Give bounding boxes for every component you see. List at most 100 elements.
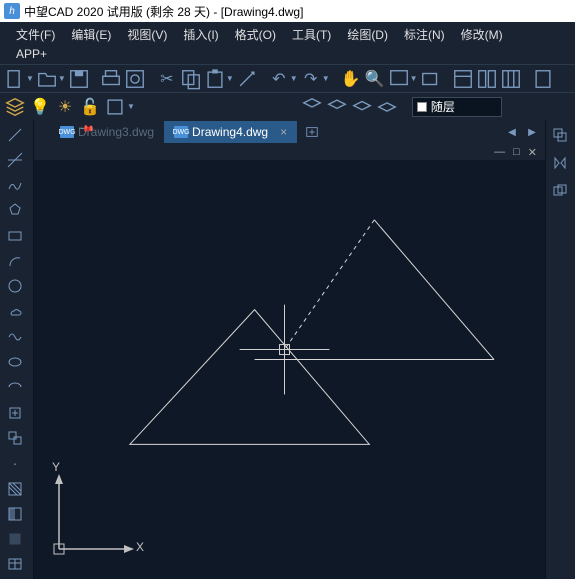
standard-toolbar: ▼ ▼ ✂ ▼ ↶ ▼ ↷ ▼ ✋ 🔍 ▼ <box>0 64 575 92</box>
ucs-y-label: Y <box>52 460 60 474</box>
dwg-icon: DWG <box>60 126 74 138</box>
maximize-button[interactable]: □ <box>513 146 520 158</box>
insert-block-tool[interactable] <box>2 402 28 423</box>
gradient-tool[interactable] <box>2 503 28 524</box>
window-title: 中望CAD 2020 试用版 (剩余 28 天) - [Drawing4.dwg… <box>24 3 303 20</box>
mirror-tool[interactable] <box>548 152 572 174</box>
close-button[interactable]: ✕ <box>528 146 537 158</box>
document-tabs: 📌 DWG Drawing3.dwg DWG Drawing4.dwg × ◀ … <box>34 120 545 144</box>
minimize-button[interactable]: — <box>494 146 505 158</box>
draw-toolbar: · <box>0 120 34 579</box>
layer-lock-icon[interactable]: 🔓 <box>79 96 101 118</box>
triangle-entity[interactable] <box>130 310 369 445</box>
ellipse-tool[interactable] <box>2 352 28 373</box>
menu-modify[interactable]: 修改(M) <box>453 24 511 42</box>
pan-button[interactable]: ✋ <box>340 68 362 90</box>
menu-edit[interactable]: 编辑(E) <box>63 24 119 42</box>
polyline-tool[interactable] <box>2 175 28 196</box>
tool-palettes-button[interactable] <box>500 68 522 90</box>
new-button[interactable] <box>4 68 26 90</box>
make-block-tool[interactable] <box>2 427 28 448</box>
print-button[interactable] <box>100 68 122 90</box>
dropdown-icon[interactable]: ▼ <box>226 74 234 83</box>
menu-bar: 文件(F) 编辑(E) 视图(V) 插入(I) 格式(O) 工具(T) 绘图(D… <box>0 22 575 64</box>
cut-button[interactable]: ✂ <box>156 68 178 90</box>
layer-manager-button[interactable] <box>4 96 26 118</box>
line-tool[interactable] <box>2 124 28 145</box>
dropdown-icon[interactable]: ▼ <box>290 74 298 83</box>
hatch-tool[interactable] <box>2 478 28 499</box>
menu-app[interactable]: APP+ <box>8 43 55 61</box>
ucs-icon: Y X <box>44 464 144 569</box>
properties-button[interactable] <box>452 68 474 90</box>
layer-freeze-button[interactable] <box>376 96 398 118</box>
dropdown-icon[interactable]: ▼ <box>26 74 34 83</box>
layer-prev-button[interactable] <box>326 96 348 118</box>
print-preview-button[interactable] <box>124 68 146 90</box>
layer-iso-button[interactable] <box>301 96 323 118</box>
revcloud-tool[interactable] <box>2 301 28 322</box>
menu-insert[interactable]: 插入(I) <box>175 24 226 42</box>
main-area: · 📌 DWG Drawing3.dwg DWG Drawing4.dwg × … <box>0 120 575 579</box>
zoom-previous-button[interactable] <box>420 68 442 90</box>
dwg-icon: DWG <box>174 126 188 138</box>
polygon-tool[interactable] <box>2 200 28 221</box>
new-tab-button[interactable] <box>301 121 323 143</box>
modify-toolbar <box>545 120 575 579</box>
dropdown-icon[interactable]: ▼ <box>322 74 330 83</box>
menu-draw[interactable]: 绘图(D) <box>339 24 396 42</box>
zoom-window-button[interactable] <box>388 68 410 90</box>
calc-button[interactable] <box>532 68 554 90</box>
layer-name: 随层 <box>431 98 455 115</box>
paste-button[interactable] <box>204 68 226 90</box>
tab-close-button[interactable]: × <box>280 125 287 139</box>
spline-tool[interactable] <box>2 326 28 347</box>
tab-scroll-right-button[interactable]: ▶ <box>523 123 541 141</box>
layer-toolbar: 💡 ☀ 🔓 ▼ 随层 <box>0 92 575 120</box>
zoom-realtime-button[interactable]: 🔍 <box>364 68 386 90</box>
layer-bulb-icon[interactable]: 💡 <box>29 96 51 118</box>
tab-label: Drawing4.dwg <box>192 125 268 139</box>
redo-button[interactable]: ↷ <box>300 68 322 90</box>
copy-button[interactable] <box>180 68 202 90</box>
dropdown-icon[interactable]: ▼ <box>410 74 418 83</box>
app-logo-icon: h <box>4 3 20 19</box>
ellipse-arc-tool[interactable] <box>2 377 28 398</box>
circle-tool[interactable] <box>2 276 28 297</box>
menu-tools[interactable]: 工具(T) <box>284 24 339 42</box>
design-center-button[interactable] <box>476 68 498 90</box>
table-tool[interactable] <box>2 554 28 575</box>
canvas-container: 📌 DWG Drawing3.dwg DWG Drawing4.dwg × ◀ … <box>34 120 545 579</box>
dropdown-icon[interactable]: ▼ <box>58 74 66 83</box>
ucs-x-label: X <box>136 540 144 554</box>
open-button[interactable] <box>36 68 58 90</box>
color-swatch-icon <box>417 102 427 112</box>
menu-file[interactable]: 文件(F) <box>8 24 63 42</box>
menu-dimension[interactable]: 标注(N) <box>396 24 453 42</box>
layer-color-combo[interactable]: 随层 <box>412 97 502 117</box>
region-tool[interactable] <box>2 529 28 550</box>
menu-format[interactable]: 格式(O) <box>227 24 284 42</box>
tab-scroll-left-button[interactable]: ◀ <box>503 123 521 141</box>
dropdown-icon[interactable]: ▼ <box>127 102 135 111</box>
tab-drawing4[interactable]: DWG Drawing4.dwg × <box>164 121 297 143</box>
save-button[interactable] <box>68 68 90 90</box>
undo-button[interactable]: ↶ <box>268 68 290 90</box>
line-entity[interactable] <box>374 220 494 360</box>
offset-tool[interactable] <box>548 180 572 202</box>
menu-view[interactable]: 视图(V) <box>119 24 175 42</box>
layer-off-button[interactable] <box>351 96 373 118</box>
layer-sun-icon[interactable]: ☀ <box>54 96 76 118</box>
tab-drawing3[interactable]: DWG Drawing3.dwg <box>50 121 164 143</box>
drawing-canvas[interactable]: Y X <box>34 160 545 579</box>
layer-state-button[interactable] <box>104 96 126 118</box>
construction-line-tool[interactable] <box>2 149 28 170</box>
point-tool[interactable]: · <box>2 453 28 474</box>
copy-tool[interactable] <box>548 124 572 146</box>
rectangle-tool[interactable] <box>2 225 28 246</box>
doc-window-controls: — □ ✕ <box>34 144 545 160</box>
arc-tool[interactable] <box>2 250 28 271</box>
rubber-band-line <box>285 220 375 350</box>
title-bar: h 中望CAD 2020 试用版 (剩余 28 天) - [Drawing4.d… <box>0 0 575 22</box>
match-props-button[interactable] <box>236 68 258 90</box>
